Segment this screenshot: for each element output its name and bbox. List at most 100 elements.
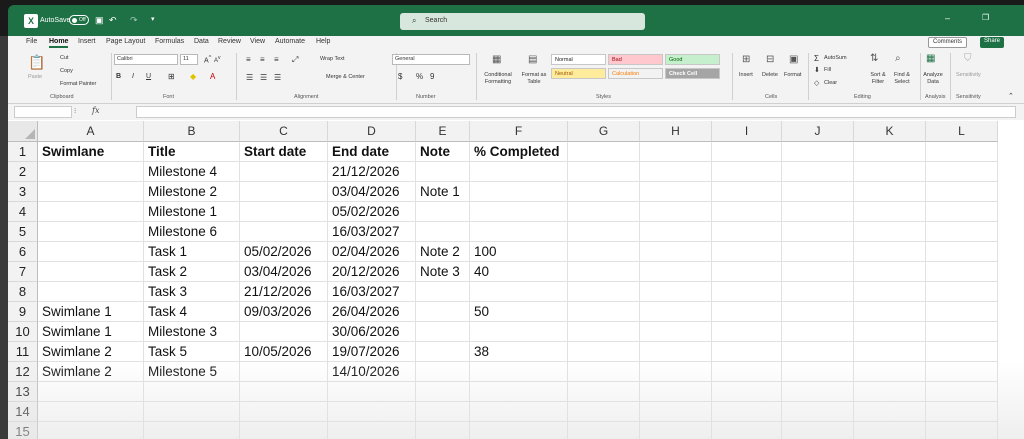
cell-k7[interactable] xyxy=(854,262,926,282)
cell-d9[interactable]: 26/04/2026 xyxy=(328,302,416,322)
cell-b10[interactable]: Milestone 3 xyxy=(144,322,240,342)
cell-j1[interactable] xyxy=(782,142,854,162)
sort-filter-icon[interactable]: ⇅ xyxy=(870,53,878,64)
comma-icon[interactable]: 9 xyxy=(430,72,434,81)
cell-a13[interactable] xyxy=(38,382,144,402)
row-header[interactable]: 15 xyxy=(8,422,38,439)
cell-e1[interactable]: Note xyxy=(416,142,470,162)
cell-h6[interactable] xyxy=(640,242,712,262)
sensitivity-icon[interactable]: ⛉ xyxy=(964,53,972,64)
cell-style-normal[interactable]: Normal xyxy=(551,54,606,65)
underline-button[interactable]: U xyxy=(146,73,151,80)
restore-icon[interactable]: ❐ xyxy=(982,13,989,22)
conditional-formatting-icon[interactable]: ▦ xyxy=(492,54,501,65)
cell-e4[interactable] xyxy=(416,202,470,222)
cell-c1[interactable]: Start date xyxy=(240,142,328,162)
cell-j4[interactable] xyxy=(782,202,854,222)
cell-k10[interactable] xyxy=(854,322,926,342)
cell-e7[interactable]: Note 3 xyxy=(416,262,470,282)
cell-e3[interactable]: Note 1 xyxy=(416,182,470,202)
cell-c13[interactable] xyxy=(240,382,328,402)
sort-filter-button[interactable]: Sort & Filter xyxy=(866,72,890,86)
column-header-g[interactable]: G xyxy=(568,121,640,142)
minimize-icon[interactable]: – xyxy=(945,13,950,23)
row-header[interactable]: 12 xyxy=(8,362,38,382)
cell-style-calculation[interactable]: Calculation xyxy=(608,68,663,79)
cell-j2[interactable] xyxy=(782,162,854,182)
cell-style-neutral[interactable]: Neutral xyxy=(551,68,606,79)
cell-i12[interactable] xyxy=(712,362,782,382)
cell-a9[interactable]: Swimlane 1 xyxy=(38,302,144,322)
cell-b1[interactable]: Title xyxy=(144,142,240,162)
delete-cells-button[interactable]: Delete xyxy=(762,72,778,78)
cell-l12[interactable] xyxy=(926,362,998,382)
cell-b4[interactable]: Milestone 1 xyxy=(144,202,240,222)
cell-a14[interactable] xyxy=(38,402,144,422)
cell-k3[interactable] xyxy=(854,182,926,202)
cell-g4[interactable] xyxy=(568,202,640,222)
row-header[interactable]: 3 xyxy=(8,182,38,202)
cell-i8[interactable] xyxy=(712,282,782,302)
column-header-i[interactable]: I xyxy=(712,121,782,142)
cell-f3[interactable] xyxy=(470,182,568,202)
cell-a12[interactable]: Swimlane 2 xyxy=(38,362,144,382)
cell-a7[interactable] xyxy=(38,262,144,282)
format-as-table-icon[interactable]: ▤ xyxy=(528,54,537,65)
cell-d13[interactable] xyxy=(328,382,416,402)
wrap-text-button[interactable]: Wrap Text xyxy=(320,56,345,62)
cell-a8[interactable] xyxy=(38,282,144,302)
tab-help[interactable]: Help xyxy=(316,38,330,45)
cell-b6[interactable]: Task 1 xyxy=(144,242,240,262)
row-header[interactable]: 5 xyxy=(8,222,38,242)
column-header-h[interactable]: H xyxy=(640,121,712,142)
borders-icon[interactable]: ⊞ xyxy=(168,72,175,81)
cell-l14[interactable] xyxy=(926,402,998,422)
align-center-icon[interactable]: ☰ xyxy=(260,73,267,82)
cell-l8[interactable] xyxy=(926,282,998,302)
column-header-c[interactable]: C xyxy=(240,121,328,142)
cell-c3[interactable] xyxy=(240,182,328,202)
cell-f8[interactable] xyxy=(470,282,568,302)
cell-f4[interactable] xyxy=(470,202,568,222)
paste-label[interactable]: Paste xyxy=(28,74,42,80)
cell-l4[interactable] xyxy=(926,202,998,222)
row-header[interactable]: 4 xyxy=(8,202,38,222)
column-header-k[interactable]: K xyxy=(854,121,926,142)
cell-d8[interactable]: 16/03/2027 xyxy=(328,282,416,302)
cell-e10[interactable] xyxy=(416,322,470,342)
cell-j15[interactable] xyxy=(782,422,854,439)
grow-font-icon[interactable]: A^ xyxy=(204,55,211,64)
fill-button[interactable]: Fill xyxy=(824,67,831,73)
cell-b9[interactable]: Task 4 xyxy=(144,302,240,322)
cell-h5[interactable] xyxy=(640,222,712,242)
cell-b7[interactable]: Task 2 xyxy=(144,262,240,282)
cell-a11[interactable]: Swimlane 2 xyxy=(38,342,144,362)
conditional-formatting-button[interactable]: Conditional Formatting xyxy=(480,72,516,86)
cell-l1[interactable] xyxy=(926,142,998,162)
cell-d5[interactable]: 16/03/2027 xyxy=(328,222,416,242)
cell-c15[interactable] xyxy=(240,422,328,439)
format-cells-icon[interactable]: ▣ xyxy=(789,54,798,65)
cell-b5[interactable]: Milestone 6 xyxy=(144,222,240,242)
cell-i4[interactable] xyxy=(712,202,782,222)
cell-g7[interactable] xyxy=(568,262,640,282)
cell-i5[interactable] xyxy=(712,222,782,242)
cell-k15[interactable] xyxy=(854,422,926,439)
cell-f14[interactable] xyxy=(470,402,568,422)
cell-f7[interactable]: 40 xyxy=(470,262,568,282)
cell-g12[interactable] xyxy=(568,362,640,382)
cell-h15[interactable] xyxy=(640,422,712,439)
bold-button[interactable]: B xyxy=(116,73,121,80)
cell-g15[interactable] xyxy=(568,422,640,439)
cell-d3[interactable]: 03/04/2026 xyxy=(328,182,416,202)
cell-a10[interactable]: Swimlane 1 xyxy=(38,322,144,342)
cell-d7[interactable]: 20/12/2026 xyxy=(328,262,416,282)
percent-icon[interactable]: % xyxy=(416,72,423,81)
customize-toolbar-icon[interactable]: ▾ xyxy=(151,15,155,25)
cell-l9[interactable] xyxy=(926,302,998,322)
merge-center-button[interactable]: Merge & Center xyxy=(326,74,365,80)
cell-i11[interactable] xyxy=(712,342,782,362)
tab-insert[interactable]: Insert xyxy=(78,38,96,45)
cell-k9[interactable] xyxy=(854,302,926,322)
delete-cells-icon[interactable]: ⊟ xyxy=(766,54,774,65)
